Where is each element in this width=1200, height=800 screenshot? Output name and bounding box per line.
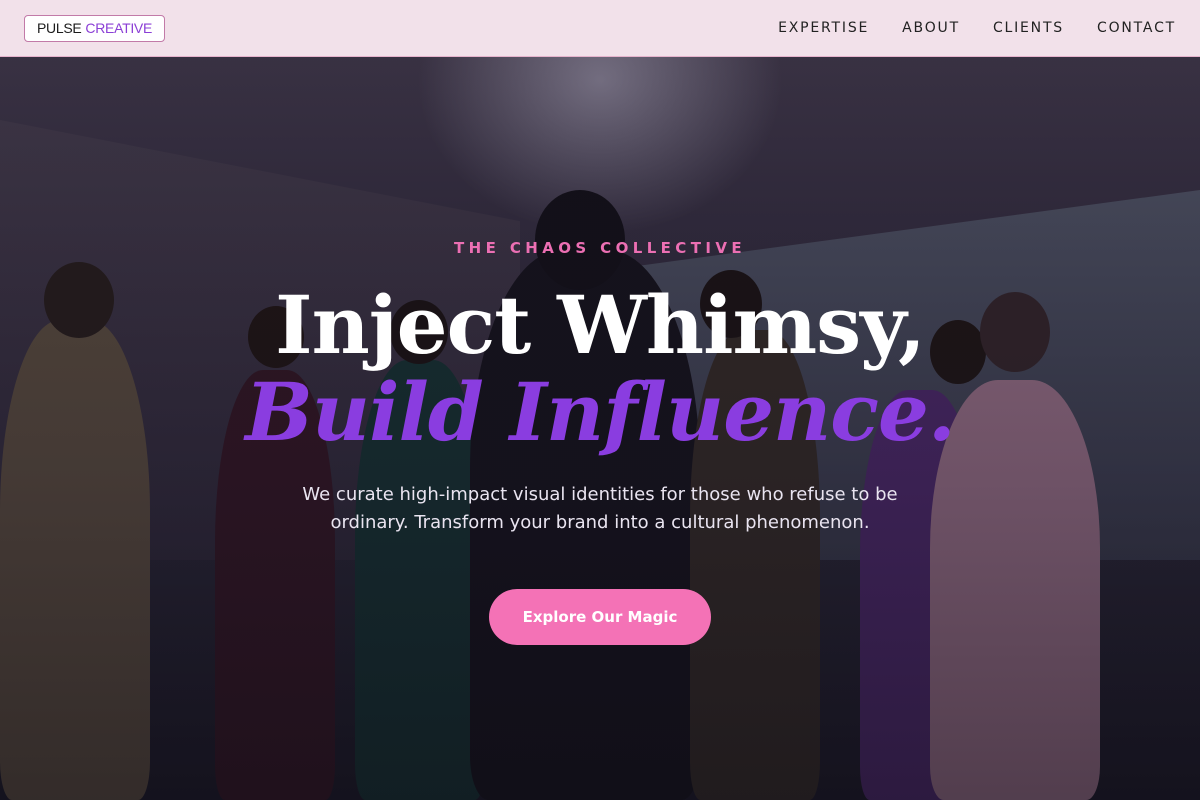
- nav-link-contact[interactable]: CONTACT: [1097, 20, 1176, 36]
- nav-link-clients[interactable]: CLIENTS: [993, 20, 1064, 36]
- hero-eyebrow: THE CHAOS COLLECTIVE: [453, 239, 746, 257]
- hero-content: THE CHAOS COLLECTIVE Inject Whimsy, Buil…: [0, 0, 1200, 800]
- hero-title-line1: Inject Whimsy,: [275, 278, 926, 372]
- logo-text-creative: CREATIVE: [85, 20, 152, 36]
- site-header: PULSE CREATIVE EXPERTISE ABOUT CLIENTS C…: [0, 0, 1200, 57]
- main-nav: EXPERTISE ABOUT CLIENTS CONTACT: [778, 20, 1176, 36]
- logo[interactable]: PULSE CREATIVE: [24, 14, 165, 42]
- explore-magic-button[interactable]: Explore Our Magic: [489, 589, 711, 645]
- nav-link-about[interactable]: ABOUT: [902, 20, 960, 36]
- hero-title-line2: Build Influence.: [245, 365, 955, 459]
- logo-text-pulse: PULSE: [37, 20, 82, 36]
- nav-link-expertise[interactable]: EXPERTISE: [778, 20, 869, 36]
- hero-subtitle: We curate high-impact visual identities …: [302, 484, 898, 533]
